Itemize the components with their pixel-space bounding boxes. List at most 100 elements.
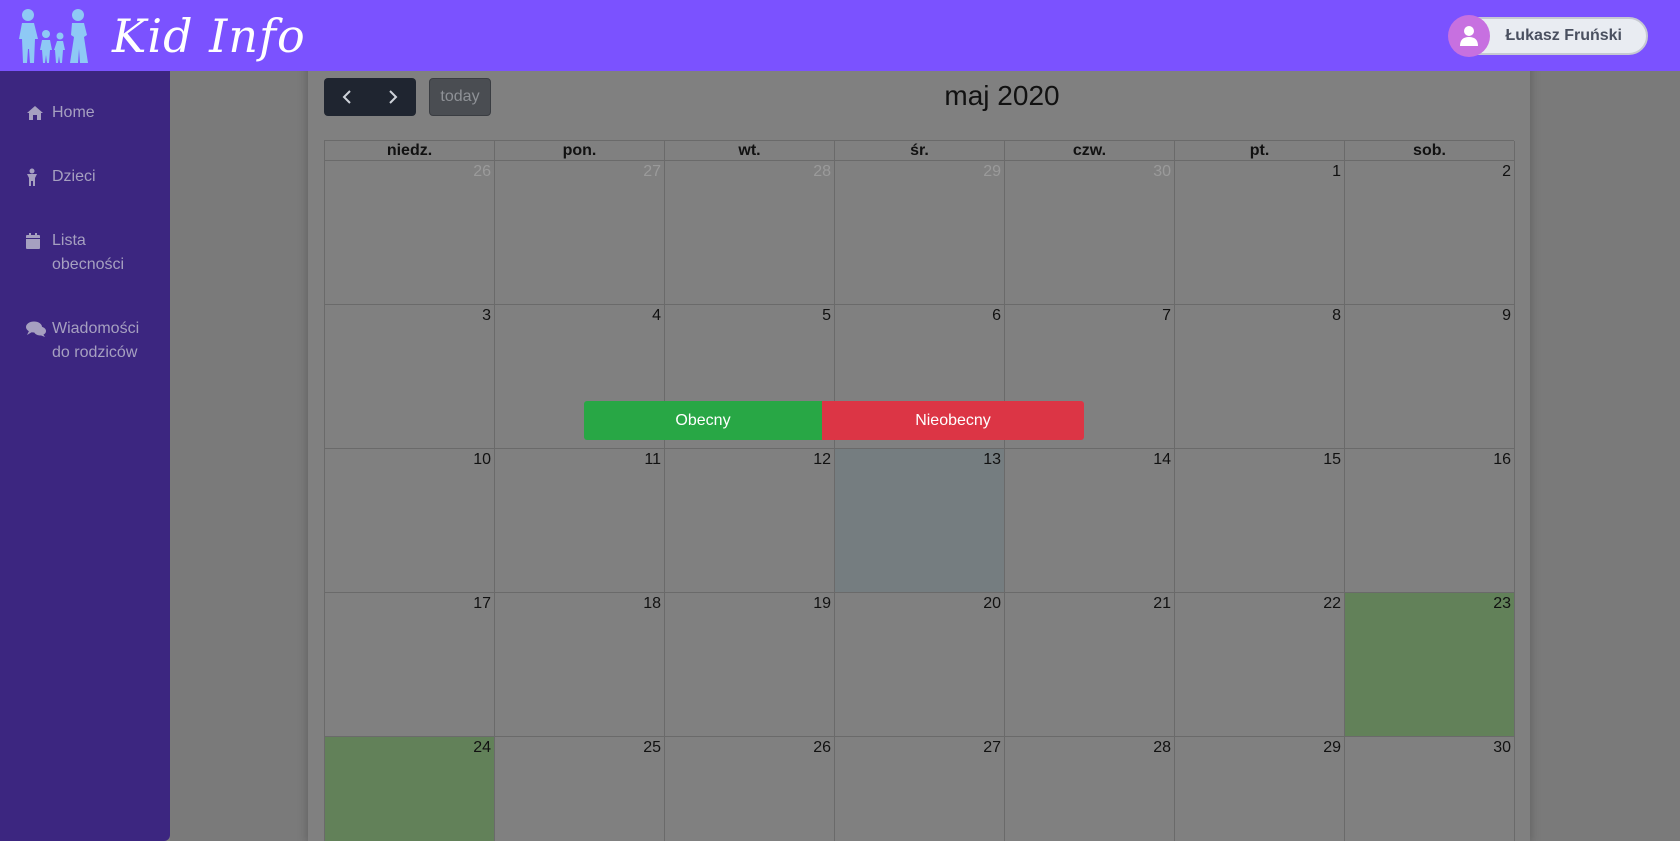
day-number: 29: [1323, 739, 1341, 756]
user-avatar: [1447, 14, 1490, 57]
sidebar-item-label: Lista obecności: [52, 232, 125, 273]
weekday-label: sob.: [1345, 141, 1515, 161]
day-number: 21: [1153, 595, 1171, 612]
day-number: 29: [983, 163, 1001, 180]
day-number: 7: [1162, 307, 1171, 324]
day-number: 13: [983, 451, 1001, 468]
family-logo-icon: [19, 8, 88, 63]
day-cell[interactable]: 30: [1345, 737, 1515, 841]
day-cell[interactable]: 18: [495, 593, 665, 737]
day-number: 1: [1332, 163, 1341, 180]
day-cell-present[interactable]: 23: [1345, 593, 1515, 737]
day-cell[interactable]: 22: [1175, 593, 1345, 737]
day-cell[interactable]: 29: [835, 161, 1005, 305]
day-cell[interactable]: 8: [1175, 305, 1345, 449]
week-row: 17 18 19 20 21 22 23: [325, 593, 1515, 737]
day-number: 19: [813, 595, 831, 612]
day-cell-today[interactable]: 13: [835, 449, 1005, 593]
day-number: 28: [813, 163, 831, 180]
day-cell[interactable]: 19: [665, 593, 835, 737]
day-cell[interactable]: 1: [1175, 161, 1345, 305]
day-number: 11: [644, 451, 661, 468]
day-cell[interactable]: 14: [1005, 449, 1175, 593]
day-cell[interactable]: 16: [1345, 449, 1515, 593]
calendar-icon: [26, 229, 46, 253]
day-cell[interactable]: 27: [835, 737, 1005, 841]
day-number: 2: [1502, 163, 1511, 180]
day-cell[interactable]: 28: [665, 161, 835, 305]
day-cell[interactable]: 10: [325, 449, 495, 593]
week-row: 26 27 28 29 30 1 2: [325, 161, 1515, 305]
day-number: 28: [1153, 739, 1171, 756]
day-number: 20: [983, 595, 1001, 612]
week-row: 24 25 26 27 28 29 30: [325, 737, 1515, 841]
day-cell[interactable]: 15: [1175, 449, 1345, 593]
day-number: 14: [1153, 451, 1171, 468]
user-menu-button[interactable]: Łukasz Fruński: [1447, 14, 1648, 57]
day-cell[interactable]: 2: [1345, 161, 1515, 305]
day-cell[interactable]: 25: [495, 737, 665, 841]
day-number: 25: [643, 739, 661, 756]
next-month-button[interactable]: [370, 78, 416, 116]
day-cell[interactable]: 21: [1005, 593, 1175, 737]
day-cell[interactable]: 26: [325, 161, 495, 305]
sidebar-item-label: Dzieci: [52, 168, 96, 185]
day-number: 3: [482, 307, 491, 324]
day-number: 27: [643, 163, 661, 180]
weekday-label: niedz.: [325, 141, 495, 161]
day-number: 30: [1493, 739, 1511, 756]
sidebar-item-dzieci[interactable]: Dzieci: [0, 157, 170, 197]
sidebar-item-home[interactable]: Home: [0, 93, 170, 133]
day-cell-present[interactable]: 24: [325, 737, 495, 841]
day-cell[interactable]: 17: [325, 593, 495, 737]
user-icon: [1459, 25, 1478, 46]
sidebar-item-label: Home: [52, 104, 95, 121]
nav-button-group: [324, 78, 416, 116]
weekday-header: niedz. pon. wt. śr. czw. pt. sob.: [324, 140, 1515, 161]
absent-button[interactable]: Nieobecny: [822, 401, 1084, 440]
day-number: 4: [652, 307, 661, 324]
day-cell[interactable]: 3: [325, 305, 495, 449]
top-bar: Kid Info Łukasz Fruński: [0, 0, 1680, 71]
prev-month-button[interactable]: [324, 78, 370, 116]
attendance-popup: Obecny Nieobecny: [584, 401, 1084, 440]
day-number: 8: [1332, 307, 1341, 324]
day-cell[interactable]: 29: [1175, 737, 1345, 841]
chevron-left-icon: [342, 90, 351, 104]
today-button[interactable]: today: [429, 78, 491, 116]
weekday-label: wt.: [665, 141, 835, 161]
app-logo[interactable]: Kid Info: [14, 0, 306, 71]
day-cell[interactable]: 9: [1345, 305, 1515, 449]
day-number: 26: [813, 739, 831, 756]
weekday-label: pon.: [495, 141, 665, 161]
day-cell[interactable]: 30: [1005, 161, 1175, 305]
weekday-label: śr.: [835, 141, 1005, 161]
sidebar-item-lista-obecnosci[interactable]: Lista obecności: [0, 221, 170, 285]
day-number: 5: [822, 307, 831, 324]
day-number: 6: [992, 307, 1001, 324]
day-number: 12: [813, 451, 831, 468]
chevron-right-icon: [389, 90, 398, 104]
child-icon: [26, 165, 46, 189]
day-number: 23: [1493, 595, 1511, 612]
sidebar-item-label: Wiadomości do rodziców: [52, 320, 140, 361]
weekday-label: czw.: [1005, 141, 1175, 161]
sidebar-item-wiadomosci[interactable]: Wiadomości do rodziców: [0, 309, 170, 373]
user-name: Łukasz Fruński: [1505, 26, 1622, 44]
day-number: 18: [643, 595, 661, 612]
day-cell[interactable]: 27: [495, 161, 665, 305]
present-button[interactable]: Obecny: [584, 401, 822, 440]
weekday-label: pt.: [1175, 141, 1345, 161]
day-cell[interactable]: 26: [665, 737, 835, 841]
day-cell[interactable]: 28: [1005, 737, 1175, 841]
day-number: 17: [473, 595, 491, 612]
week-row: 10 11 12 13 14 15 16: [325, 449, 1515, 593]
day-cell[interactable]: 20: [835, 593, 1005, 737]
day-cell[interactable]: 12: [665, 449, 835, 593]
day-number: 15: [1323, 451, 1341, 468]
day-number: 10: [473, 451, 491, 468]
day-cell[interactable]: 11: [495, 449, 665, 593]
sidebar: Home Dzieci Lista obecności Wiadomości d…: [0, 71, 170, 841]
day-number: 30: [1153, 163, 1171, 180]
calendar-grid: niedz. pon. wt. śr. czw. pt. sob. 26 27 …: [324, 140, 1515, 841]
